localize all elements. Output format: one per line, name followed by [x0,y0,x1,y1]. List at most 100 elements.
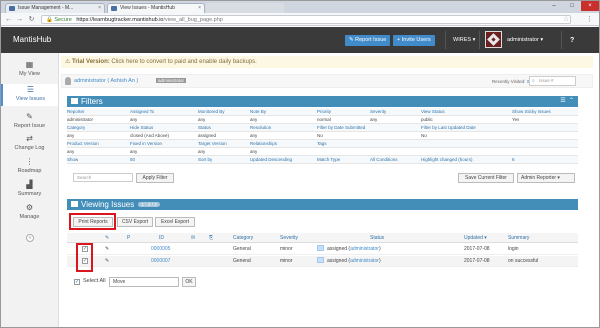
secure-label: Secure [54,17,72,23]
filter-label[interactable]: Target Version [198,140,227,148]
reporter-filter-select[interactable]: Admin Reporter ▾ [517,173,575,183]
filter-label[interactable]: 50 [130,156,135,164]
filter-label[interactable]: Fixed in Version [130,140,162,148]
edit-row-icon[interactable]: ✎ [105,244,109,255]
filter-label[interactable]: Monitored By [198,108,225,116]
url-input[interactable]: 🔒 Secure https://learnbugtracker.mantish… [41,15,571,24]
filter-label[interactable]: 6 [512,156,515,164]
apply-filter-button[interactable]: Apply Filter [136,173,174,183]
window-close-icon[interactable]: × [581,1,599,11]
handler-link[interactable]: administrator [350,258,379,264]
column-header-status[interactable]: Status [370,233,384,243]
column-icon-edit: ✎ [105,235,110,241]
filter-search-input[interactable]: Search [73,173,133,182]
filter-label[interactable]: Priority [317,108,331,116]
filter-value: any [130,117,138,122]
project-selector[interactable]: WIRES ▾ [453,35,475,46]
user-menu[interactable]: administrator ▾ [507,35,543,46]
invite-users-button[interactable]: + Invite Users [393,35,435,46]
edit-row-icon[interactable]: ✎ [105,256,109,267]
filter-label[interactable]: Assigned To [130,108,154,116]
filter-label[interactable]: Show [67,156,78,164]
sidebar-item-summary[interactable]: ▟ Summary [1,179,58,201]
column-header-attachment-icon[interactable]: ⎘ [209,233,213,243]
maximize-icon[interactable]: □ [563,1,581,11]
help-button[interactable]: ? [570,35,574,46]
select-all-checkbox[interactable]: ✓ [74,279,80,285]
filter-label[interactable]: Updated Descending [250,156,292,164]
browser-tab[interactable]: Issue Management - M... × [5,3,105,13]
sidebar-item-manage[interactable]: ⚙ Manage [1,202,58,224]
forward-icon[interactable]: → [15,15,24,24]
sidebar-item-my-view[interactable]: ▦ My View [1,59,58,81]
issue-category: General [233,246,251,252]
filter-label[interactable]: Filter by Date Submitted [317,124,365,132]
filter-label[interactable]: Hide Status [130,124,153,132]
filter-label[interactable]: Status [198,124,211,132]
column-header-summary[interactable]: Summary [508,233,529,243]
filter-value: any [250,149,258,154]
filter-label[interactable]: Resolution [250,124,271,132]
sidebar-item-report-issue[interactable]: ✎ Report Issue [1,111,58,133]
filter-label[interactable]: View Status [421,108,445,116]
filter-label[interactable]: Highlight changed (hours) [421,156,473,164]
filter-label[interactable]: Relationships [250,140,277,148]
bulk-action-ok-button[interactable]: OK [182,277,196,287]
filter-label[interactable]: Filter by Last Updated Date [421,124,476,132]
column-header-id[interactable]: ID [159,233,164,243]
filter-label[interactable]: Tags [317,140,327,148]
minimize-icon[interactable]: – [545,1,563,11]
filter-value: assigned [198,133,217,138]
issue-id-link[interactable]: 0000005 [151,244,170,255]
reload-icon[interactable]: ↻ [27,15,36,24]
issue-category: General [233,258,251,264]
brand-logo[interactable]: MantisHub [13,35,51,44]
filter-label[interactable]: Category [67,124,85,132]
filter-label[interactable]: Product Version [67,140,99,148]
filters-header[interactable]: Filters ☰ ⌃ [67,96,578,107]
sidebar-item-roadmap[interactable]: ⋮ Roadmap [1,156,58,178]
bulk-action-select[interactable]: Move [109,277,179,287]
issue-number-input[interactable]: ⌕ Issue # [529,76,576,86]
status-color-swatch [317,257,324,263]
browser-menu-icon[interactable]: ⋮ [586,15,593,23]
column-header-updated[interactable]: Updated ▾ [464,233,487,243]
handler-link[interactable]: administrator [350,246,379,252]
avatar[interactable] [485,31,502,48]
issue-id-link[interactable]: 0000007 [151,256,170,267]
lock-icon: 🔒 [46,17,53,23]
bookmark-star-icon[interactable]: ☆ [563,15,569,23]
sidebar-item-label: Change Log [14,145,45,151]
viewing-issues-header: Viewing Issues 1 - 2 / 2 [67,199,578,210]
report-issue-button[interactable]: ✎ Report Issue [345,35,391,46]
app-navbar: MantisHub ✎ Report Issue + Invite Users … [1,27,599,53]
sidebar-item-change-log[interactable]: ⇄ Change Log [1,133,58,155]
menu-icon[interactable]: ☰ [560,98,565,104]
filter-label[interactable]: Show Sticky Issues [512,108,551,116]
filter-label[interactable]: Severity [370,108,386,116]
close-tab-icon[interactable]: × [198,5,201,11]
sidebar-item-label: My View [19,71,40,77]
filter-label[interactable]: All Conditions [370,156,398,164]
filter-label[interactable]: Match Type [317,156,340,164]
browser-window: Issue Management - M... × View Issues - … [0,0,600,328]
column-header-priority[interactable]: P [127,233,130,243]
column-header-severity[interactable]: Severity [280,233,298,243]
sidebar-item-view-issues[interactable]: ☰ View Issues [1,84,58,106]
filter-value: any [67,133,75,138]
column-header-notes-icon[interactable]: ✉ [191,233,195,243]
filter-label[interactable]: Sort by [198,156,212,164]
filter-label[interactable]: Note By [250,108,266,116]
current-user-link[interactable]: administrator ( Ashish An ) [74,78,138,84]
collapse-sidebar-icon[interactable]: « [26,234,34,242]
close-tab-icon[interactable]: × [98,5,101,11]
back-icon[interactable]: ← [4,15,13,24]
user-menu-label: administrator [507,37,539,43]
browser-tab-active[interactable]: View Issues - MantisHub × [107,3,205,13]
filter-value: No [317,133,323,138]
trial-banner[interactable]: ⚠ Trial Version: Click here to convert t… [61,56,593,68]
save-current-filter-button[interactable]: Save Current Filter [458,173,514,183]
filter-label[interactable]: Reporter [67,108,85,116]
collapse-icon[interactable]: ⌃ [569,98,574,104]
column-header-category[interactable]: Category [233,233,253,243]
